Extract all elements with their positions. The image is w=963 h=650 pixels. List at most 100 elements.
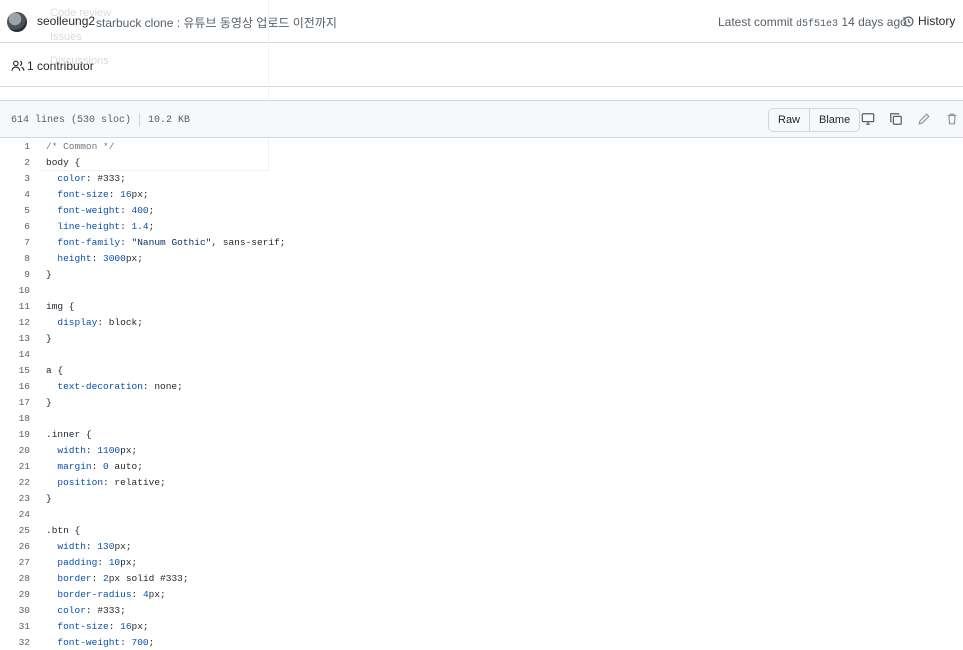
code-line: 12 display: block; xyxy=(0,314,963,330)
code-line: 30 color: #333; xyxy=(0,602,963,618)
line-number[interactable]: 23 xyxy=(0,493,46,504)
file-size: 10.2 KB xyxy=(148,114,191,126)
pencil-icon[interactable] xyxy=(917,112,931,126)
code-line: 9} xyxy=(0,266,963,282)
line-number[interactable]: 17 xyxy=(0,397,46,408)
line-number[interactable]: 30 xyxy=(0,605,46,616)
line-number[interactable]: 20 xyxy=(0,445,46,456)
file-header: 614 lines (530 sloc) 10.2 KB Raw Blame xyxy=(0,100,963,138)
code-line: 4 font-size: 16px; xyxy=(0,186,963,202)
line-number[interactable]: 11 xyxy=(0,301,46,312)
code-line: 18 xyxy=(0,410,963,426)
code-line: 19 .inner { xyxy=(0,426,963,442)
code-text: border: 2px solid #333; xyxy=(57,572,189,584)
line-number[interactable]: 1 xyxy=(0,141,46,152)
line-number[interactable]: 18 xyxy=(0,413,46,424)
line-number[interactable]: 29 xyxy=(0,589,46,600)
code-line: 17} xyxy=(0,394,963,410)
code-line: 7 font-family: "Nanum Gothic", sans-seri… xyxy=(0,234,963,250)
line-number[interactable]: 14 xyxy=(0,349,46,360)
copy-icon[interactable] xyxy=(889,112,903,126)
author-avatar[interactable] xyxy=(7,12,27,32)
code-text: font-size: 16px; xyxy=(57,188,149,200)
code-text: img { xyxy=(46,300,75,312)
line-number[interactable]: 21 xyxy=(0,461,46,472)
code-text: } xyxy=(46,332,52,344)
code-text: position: relative; xyxy=(57,476,166,488)
blame-button[interactable]: Blame xyxy=(809,109,860,131)
code-line: 26 width: 130px; xyxy=(0,538,963,554)
code-line: 14 xyxy=(0,346,963,362)
code-line: 29 border-radius: 4px; xyxy=(0,586,963,602)
line-number[interactable]: 16 xyxy=(0,381,46,392)
code-text: .inner { xyxy=(46,428,92,440)
code-line: 20 width: 1100px; xyxy=(0,442,963,458)
history-icon xyxy=(903,15,914,27)
line-number[interactable]: 4 xyxy=(0,189,46,200)
code-text: /* Common */ xyxy=(46,140,115,152)
line-number[interactable]: 31 xyxy=(0,621,46,632)
code-text: font-weight: 400; xyxy=(57,204,155,216)
line-number[interactable]: 12 xyxy=(0,317,46,328)
line-number[interactable]: 27 xyxy=(0,557,46,568)
file-lines-info: 614 lines (530 sloc) xyxy=(11,114,132,126)
divider xyxy=(139,113,141,127)
code-line: 23} xyxy=(0,490,963,506)
code-text: } xyxy=(46,268,52,280)
code-line: 1/* Common */ xyxy=(0,138,963,154)
code-line: 13} xyxy=(0,330,963,346)
history-link[interactable]: History xyxy=(902,14,955,28)
code-line: 6 line-height: 1.4; xyxy=(0,218,963,234)
code-text: height: 3000px; xyxy=(57,252,143,264)
line-number[interactable]: 24 xyxy=(0,509,46,520)
code-text: } xyxy=(46,492,52,504)
line-number[interactable]: 8 xyxy=(0,253,46,264)
commit-time: 14 days ago xyxy=(841,15,907,29)
code-text: padding: 10px; xyxy=(57,556,138,568)
code-text: color: #333; xyxy=(57,604,126,616)
code-text: width: 130px; xyxy=(57,540,132,552)
line-number[interactable]: 15 xyxy=(0,365,46,376)
code-text: text-decoration: none; xyxy=(57,380,183,392)
line-number[interactable]: 6 xyxy=(0,221,46,232)
code-line: 32 font-weight: 700; xyxy=(0,634,963,650)
line-number[interactable]: 5 xyxy=(0,205,46,216)
line-number[interactable]: 28 xyxy=(0,573,46,584)
code-text: font-weight: 700; xyxy=(57,636,155,648)
code-view: 1/* Common */2 body {3 color: #333; 4 font… xyxy=(0,138,963,650)
history-label: History xyxy=(918,14,956,28)
code-text: margin: 0 auto; xyxy=(57,460,143,472)
line-number[interactable]: 2 xyxy=(0,157,46,168)
line-number[interactable]: 7 xyxy=(0,237,46,248)
commit-sha[interactable]: d5f51e3 xyxy=(796,19,838,30)
line-number[interactable]: 19 xyxy=(0,429,46,440)
code-line: 5 font-weight: 400; xyxy=(0,202,963,218)
latest-commit-info: Latest commit d5f51e3 14 days ago xyxy=(718,15,907,30)
code-text: .btn { xyxy=(46,524,81,536)
line-number[interactable]: 13 xyxy=(0,333,46,344)
code-line: 15 a { xyxy=(0,362,963,378)
code-line: 24 xyxy=(0,506,963,522)
file-actions-group: Raw Blame xyxy=(768,108,861,132)
line-number[interactable]: 10 xyxy=(0,285,46,296)
code-line: 3 color: #333; xyxy=(0,170,963,186)
line-number[interactable]: 26 xyxy=(0,541,46,552)
code-line: 21 margin: 0 auto; xyxy=(0,458,963,474)
line-number[interactable]: 9 xyxy=(0,269,46,280)
code-text: body { xyxy=(46,156,81,168)
line-number[interactable]: 32 xyxy=(0,637,46,648)
trash-icon[interactable] xyxy=(945,112,959,126)
code-text: font-family: "Nanum Gothic", sans-serif; xyxy=(57,236,286,248)
line-number[interactable]: 22 xyxy=(0,477,46,488)
line-number[interactable]: 25 xyxy=(0,525,46,536)
code-text: } xyxy=(46,396,52,408)
code-text: font-size: 16px; xyxy=(57,620,149,632)
desktop-icon[interactable] xyxy=(861,112,875,126)
code-text: display: block; xyxy=(57,316,143,328)
code-line: 31 font-size: 16px; xyxy=(0,618,963,634)
code-line: 11 img { xyxy=(0,298,963,314)
raw-button[interactable]: Raw xyxy=(769,109,810,131)
line-number[interactable]: 3 xyxy=(0,173,46,184)
code-text: a { xyxy=(46,364,64,376)
code-line: 28 border: 2px solid #333; xyxy=(0,570,963,586)
